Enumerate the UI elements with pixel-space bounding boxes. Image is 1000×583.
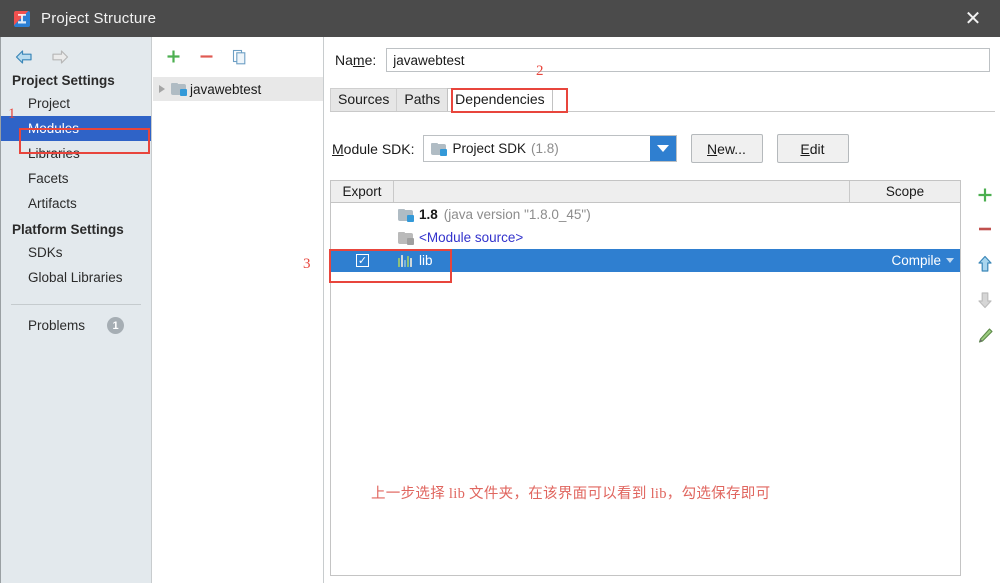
move-down-button [976, 290, 994, 313]
dependencies-table-header: Export Scope [331, 181, 960, 203]
module-sdk-label: Module SDK: [332, 140, 415, 157]
dependency-name-cell: 1.8 (java version "1.8.0_45") [394, 207, 844, 222]
tabs-underline [330, 111, 995, 112]
sidebar-item-project[interactable]: Project [1, 91, 151, 116]
column-header-export[interactable]: Export [331, 181, 394, 202]
module-sdk-row: Module SDK: Project SDK (1.8) New... Edi… [332, 134, 849, 163]
sidebar-item-libraries[interactable]: Libraries [1, 141, 151, 166]
sidebar-item-global-libraries[interactable]: Global Libraries [1, 265, 151, 290]
table-row[interactable]: 1.8 (java version "1.8.0_45") [331, 203, 960, 226]
module-editor-panel: Name: Sources Paths Dependencies Module … [325, 37, 1000, 583]
new-sdk-button[interactable]: New... [690, 134, 763, 163]
add-dependency-button[interactable] [976, 186, 994, 207]
move-up-button[interactable] [976, 254, 994, 277]
back-arrow-icon[interactable] [13, 47, 35, 67]
library-jar-icon [398, 254, 413, 267]
window-title-bar: Project Structure ✕ [0, 0, 1000, 37]
modules-toolbar [153, 37, 323, 77]
sidebar-section-platform-settings: Platform Settings [12, 222, 124, 237]
sidebar-item-modules[interactable]: Modules [1, 116, 151, 141]
dependency-name: <Module source> [419, 230, 524, 245]
modules-list-panel: javawebtest [153, 37, 324, 583]
table-row[interactable]: <Module source> [331, 226, 960, 249]
column-header-name[interactable] [394, 181, 850, 202]
module-tree-item-label: javawebtest [190, 81, 262, 97]
dependency-name: lib [419, 253, 433, 268]
chevron-down-icon[interactable] [649, 136, 676, 161]
chevron-right-icon[interactable] [159, 85, 165, 93]
dialog-content: Project Settings Project Modules Librari… [0, 37, 1000, 583]
module-tree-item-javawebtest[interactable]: javawebtest [153, 77, 323, 101]
problems-count-badge: 1 [107, 317, 125, 334]
intellij-idea-icon [14, 10, 30, 27]
scope-value: Compile [891, 253, 941, 268]
forward-arrow-icon [49, 47, 71, 67]
add-module-button[interactable] [165, 48, 182, 68]
scope-cell[interactable]: Compile [844, 253, 960, 268]
dependency-name-cell: <Module source> [394, 230, 844, 245]
module-folder-icon [171, 83, 187, 96]
module-sdk-version: (1.8) [531, 141, 559, 156]
dependencies-toolbar [971, 180, 999, 576]
annotation-step-3: 3 [303, 256, 311, 272]
sdk-folder-icon [398, 208, 414, 222]
module-name-row: Name: [335, 48, 990, 72]
module-name-input[interactable] [386, 48, 990, 72]
close-icon[interactable]: ✕ [946, 0, 1000, 37]
annotation-note: 上一步选择 lib 文件夹，在该界面可以看到 lib，勾选保存即可 [371, 486, 771, 502]
dependency-name: 1.8 [419, 207, 438, 222]
sidebar-item-sdks[interactable]: SDKs [1, 240, 151, 265]
settings-sidebar: Project Settings Project Modules Librari… [1, 37, 152, 583]
edit-dependency-button[interactable] [976, 326, 994, 349]
dependency-name-cell: lib [394, 253, 844, 268]
sidebar-item-facets[interactable]: Facets [1, 166, 151, 191]
sidebar-item-problems[interactable]: Problems 1 [1, 305, 151, 334]
module-name-label: Name: [335, 52, 377, 68]
sdk-folder-icon [430, 142, 447, 156]
table-row[interactable]: ✓ lib Compile [331, 249, 960, 272]
edit-sdk-button[interactable]: Edit [776, 134, 849, 163]
dependencies-table: Export Scope 1.8 (java version "1.8.0_45… [330, 180, 961, 576]
module-source-icon [398, 231, 414, 245]
export-cell[interactable]: ✓ [331, 254, 394, 267]
chevron-down-icon[interactable] [946, 258, 954, 263]
copy-module-button[interactable] [231, 48, 248, 68]
remove-dependency-button[interactable] [976, 220, 994, 241]
module-sdk-value: Project SDK [452, 141, 527, 156]
dependency-detail: (java version "1.8.0_45") [443, 207, 591, 222]
sidebar-navigation [1, 37, 151, 67]
sidebar-item-artifacts[interactable]: Artifacts [1, 191, 151, 216]
column-header-scope[interactable]: Scope [850, 181, 960, 202]
sidebar-item-problems-label: Problems [28, 318, 86, 333]
export-checkbox[interactable]: ✓ [356, 254, 369, 267]
annotation-step-2: 2 [536, 63, 544, 79]
window-title: Project Structure [41, 10, 157, 27]
tab-sources[interactable]: Sources [330, 88, 398, 111]
tab-paths[interactable]: Paths [396, 88, 449, 111]
tab-dependencies[interactable]: Dependencies [447, 88, 553, 111]
remove-module-button[interactable] [198, 48, 215, 68]
annotation-step-1: 1 [8, 106, 16, 122]
module-editor-tabs: Sources Paths Dependencies [330, 88, 553, 111]
module-sdk-select[interactable]: Project SDK (1.8) [422, 135, 677, 162]
sidebar-section-project-settings: Project Settings [12, 73, 115, 88]
